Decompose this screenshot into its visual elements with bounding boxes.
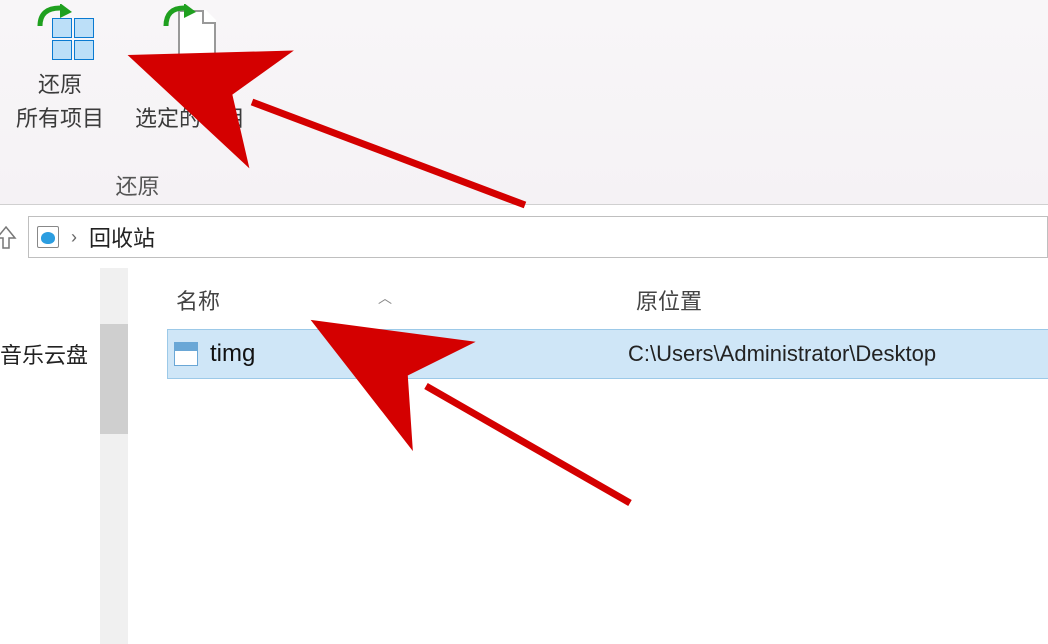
restore-all-label-1: 还原 bbox=[0, 68, 120, 102]
breadcrumb-location[interactable]: 回收站 bbox=[89, 221, 155, 253]
column-header-original-location[interactable]: 原位置 bbox=[628, 284, 1048, 316]
file-list: 名称 ︿ 原位置 timg C:\Users\Administrator\Des… bbox=[168, 270, 1048, 644]
file-icon bbox=[174, 342, 198, 366]
address-box[interactable]: › 回收站 bbox=[28, 216, 1048, 258]
cell-name: timg bbox=[168, 340, 628, 368]
nav-scrollbar-thumb[interactable] bbox=[100, 324, 128, 434]
restore-all-label-2: 所有项目 bbox=[0, 102, 120, 136]
restore-selected-label-1: 还原 bbox=[120, 68, 260, 102]
breadcrumb-separator-icon: › bbox=[71, 227, 77, 248]
restore-selected-icon bbox=[160, 4, 220, 60]
ribbon-group-caption: 还原 bbox=[0, 169, 275, 201]
file-name: timg bbox=[210, 340, 255, 368]
sort-caret-icon: ︿ bbox=[378, 288, 392, 308]
nav-item-cloud-music[interactable]: 音乐云盘 bbox=[0, 268, 100, 370]
restore-all-icon bbox=[30, 4, 90, 60]
nav-up-button[interactable] bbox=[0, 223, 20, 251]
restore-selected-label-2: 选定的项目 bbox=[120, 102, 260, 136]
restore-selected-button[interactable]: 还原 选定的项目 bbox=[120, 4, 260, 136]
ribbon: 还原 所有项目 还原 选定的项目 还原 bbox=[0, 0, 1048, 205]
column-header-name-label: 名称 bbox=[176, 289, 220, 314]
cell-original-location: C:\Users\Administrator\Desktop bbox=[628, 341, 1048, 367]
up-arrow-icon bbox=[0, 225, 17, 249]
nav-tree: ︿ 音乐云盘 bbox=[0, 268, 100, 644]
column-header-name[interactable]: 名称 ︿ bbox=[168, 284, 628, 316]
recycle-bin-icon bbox=[37, 226, 59, 248]
nav-scrollbar[interactable] bbox=[100, 268, 128, 644]
table-row[interactable]: timg C:\Users\Administrator\Desktop bbox=[168, 330, 1048, 378]
address-bar: › 回收站 bbox=[0, 215, 1048, 259]
restore-all-button[interactable]: 还原 所有项目 bbox=[0, 4, 120, 136]
column-headers: 名称 ︿ 原位置 bbox=[168, 270, 1048, 330]
ribbon-group-restore: 还原 所有项目 还原 选定的项目 还原 bbox=[0, 0, 275, 205]
